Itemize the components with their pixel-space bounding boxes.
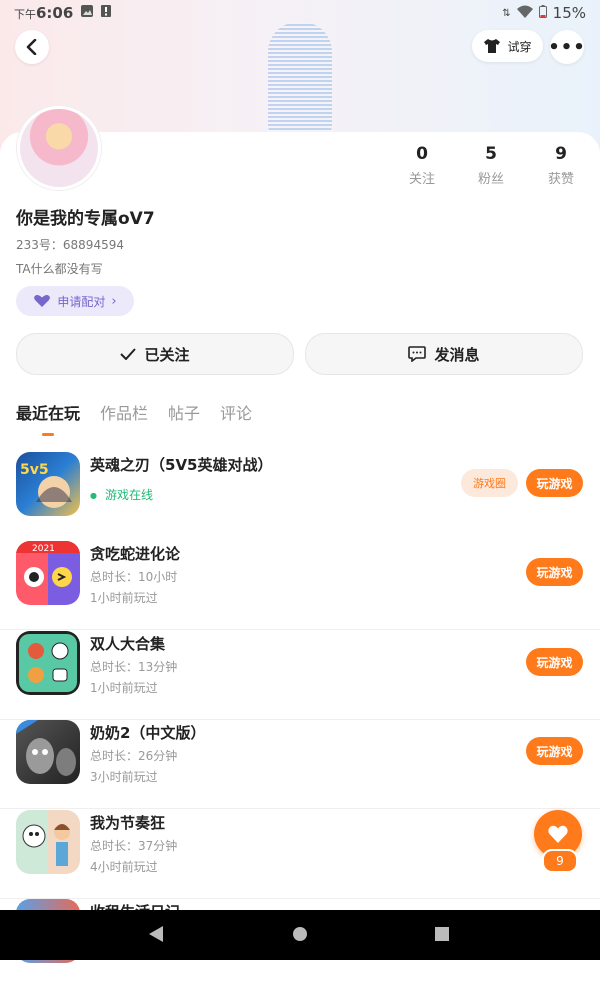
- username: 你是我的专属oV7: [16, 209, 155, 229]
- svg-text:5v5: 5v5: [20, 462, 49, 478]
- back-button[interactable]: [15, 30, 49, 64]
- tab-works[interactable]: 作品栏: [100, 400, 148, 424]
- stat-likes[interactable]: 9 获赞: [526, 144, 596, 187]
- game-name: 双人大合集: [90, 635, 166, 653]
- game-name: 奶奶2（中文版）: [90, 724, 206, 742]
- battery-icon: [538, 4, 547, 22]
- avatar[interactable]: [17, 106, 101, 190]
- send-message-label: 发消息: [434, 345, 480, 364]
- stat-followers-count: 5: [485, 144, 497, 164]
- nav-home-icon[interactable]: [291, 925, 309, 947]
- tab-recently-played[interactable]: 最近在玩: [16, 400, 80, 436]
- game-last-played: 3小时前玩过: [90, 770, 158, 784]
- list-item[interactable]: 2021 贪吃蛇进化论 总时长：10小时 1小时前玩过 玩游戏: [0, 541, 600, 630]
- chat-icon: [408, 346, 427, 362]
- tab-comments[interactable]: 评论: [220, 400, 252, 424]
- play-game-button[interactable]: 玩游戏: [526, 648, 583, 676]
- game-duration: 总时长：13分钟: [90, 660, 178, 674]
- back-arrow-icon: [26, 39, 37, 55]
- game-icon-rhythm: [16, 810, 80, 874]
- list-item[interactable]: 奶奶2（中文版） 总时长：26分钟 3小时前玩过 玩游戏: [0, 720, 600, 809]
- game-icon-snake: 2021: [16, 541, 80, 605]
- alert-notification-icon: [101, 5, 112, 21]
- system-navigation-bar: [0, 910, 600, 960]
- like-count-badge: 9: [542, 849, 578, 873]
- svg-text:2021: 2021: [32, 544, 55, 554]
- game-duration: 总时长：37分钟: [90, 839, 178, 853]
- game-icon-duo: [16, 631, 80, 695]
- stat-followers-label: 粉丝: [477, 172, 504, 187]
- image-notification-icon: [81, 5, 94, 21]
- game-icon-yinghun: 5v5: [16, 452, 80, 516]
- play-game-button[interactable]: 玩游戏: [526, 737, 583, 765]
- send-message-button[interactable]: 发消息: [305, 333, 583, 375]
- nav-back-icon[interactable]: [148, 925, 164, 947]
- play-game-button[interactable]: 玩游戏: [526, 469, 583, 497]
- more-options-button[interactable]: •••: [548, 30, 586, 64]
- game-name: 我为节奏狂: [90, 814, 166, 832]
- game-last-played: 4小时前玩过: [90, 860, 158, 874]
- status-bar: 下午6:06 ⇅ 15%: [0, 0, 600, 26]
- game-name: 贪吃蛇进化论: [90, 545, 181, 563]
- nav-recents-icon[interactable]: [434, 925, 450, 947]
- tab-posts[interactable]: 帖子: [168, 400, 200, 424]
- more-dots-icon: •••: [548, 36, 586, 58]
- game-duration: 总时长：26分钟: [90, 749, 178, 763]
- stat-following[interactable]: 0 关注: [387, 144, 457, 187]
- try-on-label: 试穿: [507, 39, 532, 54]
- play-game-button[interactable]: 玩游戏: [526, 558, 583, 586]
- stat-likes-label: 获赞: [547, 172, 574, 187]
- try-on-button[interactable]: 试穿: [472, 30, 543, 62]
- stat-following-label: 关注: [408, 172, 435, 187]
- game-name: 英魂之刃（5V5英雄对战）: [90, 456, 273, 474]
- game-icon-granny: [16, 720, 80, 784]
- followed-button[interactable]: 已关注: [16, 333, 294, 375]
- stat-likes-count: 9: [555, 144, 567, 164]
- data-transfer-icon: ⇅: [502, 7, 511, 19]
- list-item[interactable]: 5v5 英魂之刃（5V5英雄对战） 游戏在线 游戏圈 玩游戏: [0, 452, 600, 540]
- request-pair-label: 申请配对: [57, 294, 106, 309]
- tshirt-icon: [484, 39, 501, 53]
- stat-followers[interactable]: 5 粉丝: [456, 144, 526, 187]
- avatar-3d-figure: [268, 22, 332, 134]
- user-id: 233号：68894594: [16, 238, 124, 252]
- followed-label: 已关注: [144, 345, 190, 364]
- status-time: 下午6:06: [14, 4, 74, 22]
- game-circle-button[interactable]: 游戏圈: [461, 469, 518, 497]
- list-item[interactable]: 双人大合集 总时长：13分钟 1小时前玩过 玩游戏: [0, 631, 600, 720]
- wifi-icon: [516, 5, 533, 22]
- check-icon: [120, 348, 137, 360]
- list-item[interactable]: 我为节奏狂 总时长：37分钟 4小时前玩过: [0, 810, 600, 899]
- game-duration: 总时长：10小时: [90, 570, 178, 584]
- game-last-played: 1小时前玩过: [90, 681, 158, 695]
- bio: TA什么都没有写: [16, 262, 103, 276]
- battery-percent: 15%: [552, 4, 586, 22]
- online-status: 游戏在线: [90, 486, 153, 503]
- chevron-right-icon: ›: [111, 293, 117, 309]
- request-pair-button[interactable]: 申请配对 ›: [16, 286, 134, 316]
- game-last-played: 1小时前玩过: [90, 591, 158, 605]
- profile-tabs: 最近在玩 作品栏 帖子 评论: [16, 400, 252, 436]
- heart-pair-icon: [34, 295, 51, 307]
- heart-icon: [548, 825, 568, 843]
- stat-following-count: 0: [416, 144, 428, 164]
